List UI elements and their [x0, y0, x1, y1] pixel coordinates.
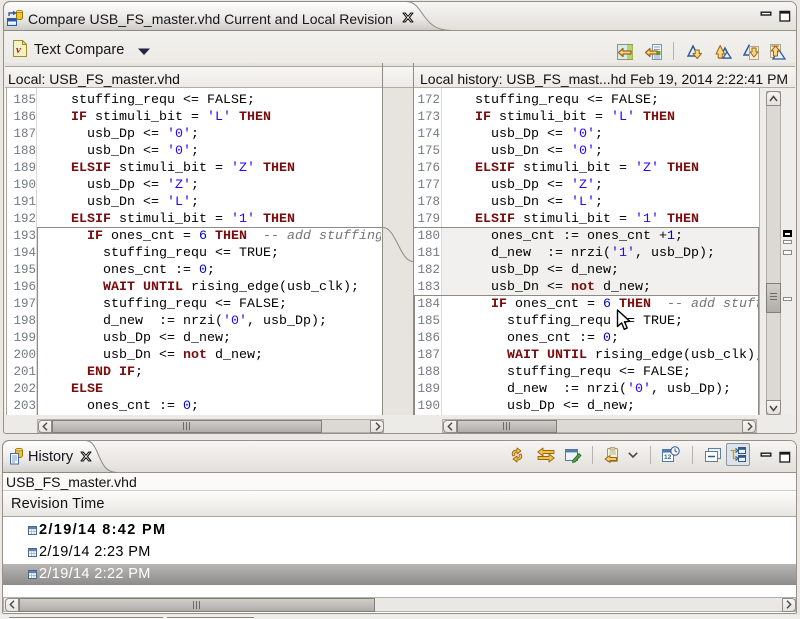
svg-text:12: 12 — [664, 454, 672, 461]
svg-text:v: v — [16, 44, 21, 56]
